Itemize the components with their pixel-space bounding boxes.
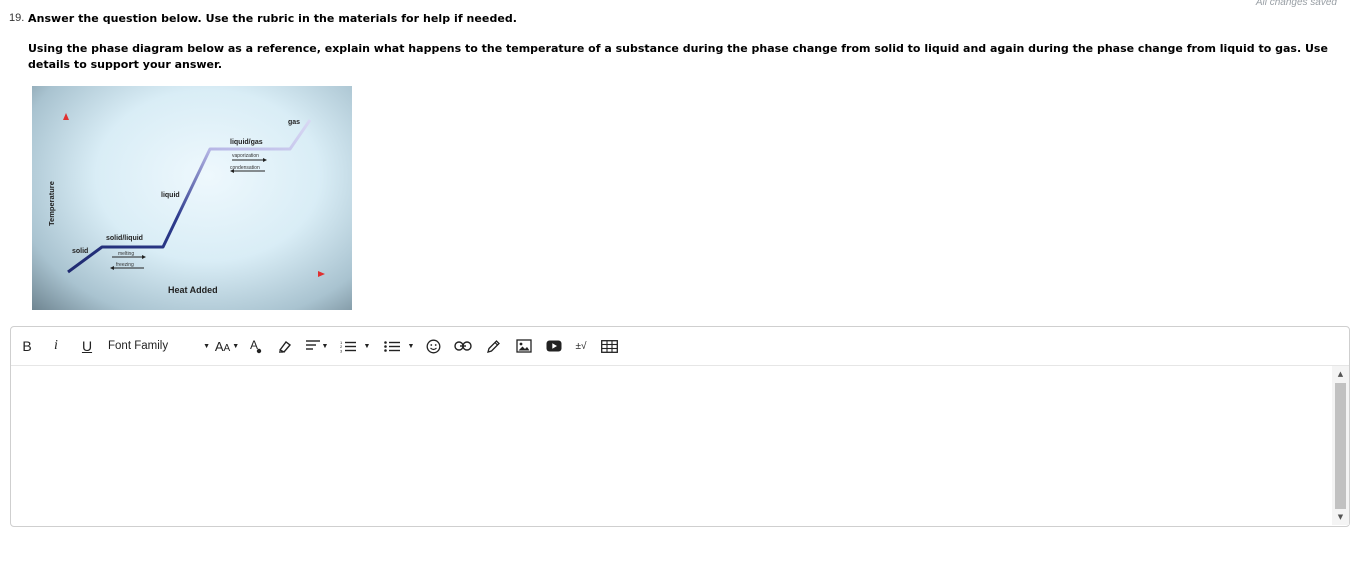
bold-button[interactable]: B — [20, 336, 34, 356]
insert-video-button[interactable] — [545, 336, 562, 356]
label-solid-liquid: solid/liquid — [106, 235, 143, 242]
draw-button[interactable] — [485, 336, 501, 356]
editor-scrollbar[interactable]: ▲ ▼ — [1332, 366, 1349, 525]
x-axis-label: Heat Added — [168, 285, 218, 295]
label-melting: melting — [118, 251, 134, 257]
label-liquid-gas: liquid/gas — [230, 139, 263, 146]
x-axis-arrow — [318, 271, 325, 277]
chevron-down-icon: ▼ — [407, 342, 415, 350]
align-dropdown[interactable]: ▼ — [305, 336, 329, 356]
link-button[interactable] — [454, 336, 472, 356]
chevron-down-icon: ▼ — [232, 342, 240, 350]
melting-arrowhead — [142, 255, 146, 259]
question-title: Answer the question below. Use the rubri… — [28, 12, 518, 25]
font-family-dropdown[interactable]: Font Family ▼ — [108, 336, 210, 356]
label-solid: solid — [72, 248, 88, 255]
image-icon — [515, 339, 532, 353]
equation-button[interactable]: ±√ — [573, 336, 589, 356]
chevron-down-icon: ▼ — [321, 342, 329, 350]
font-size-button[interactable]: AA ▼ — [214, 336, 240, 356]
chevron-down-icon: ▼ — [363, 342, 371, 350]
label-freezing: freezing — [116, 262, 134, 268]
pencil-icon — [486, 339, 500, 353]
phase-diagram-svg: Temperature Heat Added solid solid/liqui… — [47, 113, 325, 295]
chevron-down-icon: ▼ — [203, 342, 210, 350]
text-color-icon: A — [250, 338, 262, 354]
vaporization-arrowhead — [263, 158, 267, 162]
scrollbar-thumb[interactable] — [1335, 383, 1346, 509]
align-icon — [305, 340, 320, 350]
question-number: 19. — [9, 12, 25, 24]
editor-toolbar: B i U Font Family ▼ AA ▼ A ▼ 1 2 3 ▼ ▼ ±… — [11, 327, 1349, 366]
y-axis-label: Temperature — [47, 181, 56, 226]
text-color-button[interactable]: A — [248, 336, 264, 356]
font-family-label: Font Family — [108, 340, 169, 352]
italic-button[interactable]: i — [50, 336, 62, 356]
label-vaporization: vaporization — [232, 153, 259, 159]
y-axis-arrow — [63, 113, 69, 120]
rich-text-editor: B i U Font Family ▼ AA ▼ A ▼ 1 2 3 ▼ ▼ ±… — [10, 326, 1350, 527]
table-icon — [600, 339, 618, 353]
ordered-list-icon: 1 2 3 — [340, 340, 356, 353]
emoji-icon — [426, 339, 440, 353]
highlighter-icon — [278, 341, 292, 353]
video-icon — [546, 340, 561, 352]
unordered-list-icon — [383, 340, 400, 352]
emoji-button[interactable] — [425, 336, 441, 356]
ordered-list-dropdown[interactable]: 1 2 3 ▼ — [339, 336, 371, 356]
underline-button[interactable]: U — [80, 336, 94, 356]
svg-text:3: 3 — [340, 348, 343, 353]
link-icon — [454, 341, 472, 351]
font-size-icon: AA — [214, 338, 231, 354]
label-condensation: condensation — [230, 165, 260, 171]
freezing-arrowhead — [110, 266, 114, 270]
editor-content-area[interactable] — [11, 366, 1329, 526]
scroll-up-arrow-icon[interactable]: ▲ — [1332, 369, 1349, 379]
svg-text:A: A — [250, 338, 258, 352]
heating-curve — [67, 119, 312, 274]
unordered-list-dropdown[interactable]: ▼ — [382, 336, 416, 356]
highlight-button[interactable] — [277, 336, 293, 356]
question-prompt: Using the phase diagram below as a refer… — [28, 42, 1328, 71]
phase-diagram-image: Temperature Heat Added solid solid/liqui… — [32, 86, 352, 310]
autosave-status: All changes saved — [1255, 0, 1337, 8]
label-gas: gas — [288, 119, 300, 126]
scroll-down-arrow-icon[interactable]: ▼ — [1332, 512, 1349, 522]
insert-image-button[interactable] — [515, 336, 532, 356]
label-liquid: liquid — [161, 192, 180, 199]
insert-table-button[interactable] — [600, 336, 618, 356]
